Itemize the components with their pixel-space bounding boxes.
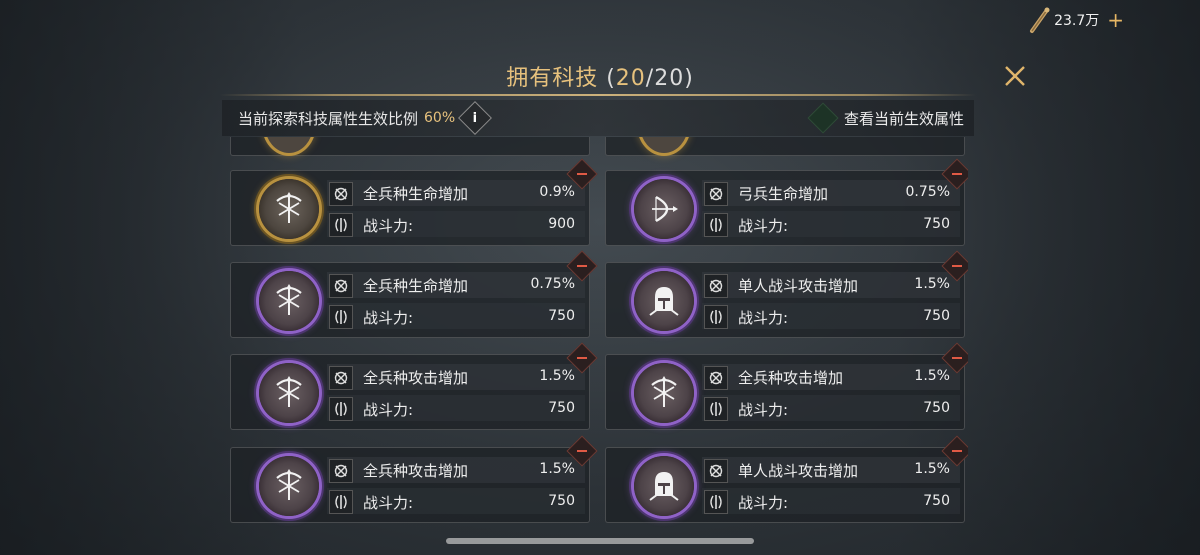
tech-medal[interactable] bbox=[259, 456, 319, 516]
power-value: 750 bbox=[923, 308, 950, 324]
combat-power-icon bbox=[329, 213, 353, 237]
title-open-paren: ( bbox=[606, 66, 616, 91]
attribute-value: 0.9% bbox=[539, 184, 575, 200]
attribute-name: 单人战斗攻击增加 bbox=[738, 277, 859, 295]
title-total-count: 20 bbox=[654, 66, 685, 91]
tech-medal[interactable] bbox=[259, 179, 319, 239]
close-button[interactable] bbox=[1002, 63, 1028, 89]
combat-power-icon bbox=[704, 305, 728, 329]
tech-card[interactable]: 全兵种生命增加 0.75% 战斗力: 750 bbox=[230, 250, 598, 338]
power-label: 战斗力: bbox=[738, 309, 789, 327]
title-close-paren: ) bbox=[684, 66, 694, 91]
tech-medal[interactable] bbox=[259, 363, 319, 423]
effect-ratio-label: 当前探索科技属性生效比例 bbox=[238, 109, 419, 128]
view-effective-attributes-label: 查看当前生效属性 bbox=[843, 109, 964, 128]
tech-medal[interactable] bbox=[634, 363, 694, 423]
power-label: 战斗力: bbox=[738, 494, 789, 512]
diamond-icon bbox=[807, 102, 839, 134]
tech-card[interactable]: 全兵种攻击增加 1.5% 战斗力: 750 bbox=[230, 342, 598, 430]
attribute-value: 0.75% bbox=[530, 276, 575, 292]
tech-card[interactable]: 全兵种攻击增加 1.5% 战斗力: 750 bbox=[230, 435, 598, 523]
attribute-type-icon bbox=[329, 459, 353, 483]
attribute-type-icon bbox=[704, 182, 728, 206]
power-value: 750 bbox=[548, 308, 575, 324]
power-label: 战斗力: bbox=[363, 494, 414, 512]
title-divider bbox=[220, 94, 976, 96]
power-label: 战斗力: bbox=[363, 309, 414, 327]
scroll-icon bbox=[1030, 7, 1050, 33]
power-value: 750 bbox=[923, 216, 950, 232]
attribute-type-icon bbox=[329, 366, 353, 390]
combat-power-icon bbox=[329, 397, 353, 421]
attribute-name: 单人战斗攻击增加 bbox=[738, 462, 859, 480]
partial-tech-card bbox=[230, 137, 590, 156]
add-currency-button[interactable]: + bbox=[1107, 10, 1124, 30]
power-label: 战斗力: bbox=[738, 217, 789, 235]
currency-amount: 23.7万 bbox=[1054, 13, 1100, 29]
tech-card[interactable]: 单人战斗攻击增加 1.5% 战斗力: 750 bbox=[605, 435, 968, 523]
power-label: 战斗力: bbox=[363, 401, 414, 419]
attribute-name: 全兵种攻击增加 bbox=[363, 369, 469, 387]
currency-display[interactable]: 23.7万 + bbox=[1028, 6, 1124, 34]
attribute-name: 全兵种生命增加 bbox=[363, 185, 469, 203]
attribute-value: 0.75% bbox=[905, 184, 950, 200]
tech-card[interactable]: 弓兵生命增加 0.75% 战斗力: 750 bbox=[605, 158, 968, 246]
tech-medal[interactable] bbox=[634, 456, 694, 516]
attribute-type-icon bbox=[329, 182, 353, 206]
power-value: 750 bbox=[548, 400, 575, 416]
power-label: 战斗力: bbox=[363, 217, 414, 235]
tech-medal[interactable] bbox=[259, 271, 319, 331]
tech-medal[interactable] bbox=[634, 271, 694, 331]
attribute-type-icon bbox=[704, 366, 728, 390]
attribute-value: 1.5% bbox=[539, 461, 575, 477]
tech-card[interactable]: 全兵种生命增加 0.9% 战斗力: 900 bbox=[230, 158, 598, 246]
attribute-type-icon bbox=[704, 459, 728, 483]
power-label: 战斗力: bbox=[738, 401, 789, 419]
combat-power-icon bbox=[704, 397, 728, 421]
power-value: 750 bbox=[923, 400, 950, 416]
title-owned-count: 20 bbox=[615, 66, 646, 91]
power-value: 750 bbox=[548, 493, 575, 509]
attribute-value: 1.5% bbox=[914, 368, 950, 384]
title-text: 拥有科技 bbox=[506, 66, 599, 91]
combat-power-icon bbox=[329, 305, 353, 329]
view-effective-attributes-button[interactable]: 查看当前生效属性 bbox=[807, 102, 964, 134]
info-button[interactable]: i bbox=[458, 101, 493, 135]
title-separator: / bbox=[645, 66, 655, 91]
medal-icon bbox=[640, 137, 688, 153]
medal-icon bbox=[265, 137, 313, 153]
power-value: 900 bbox=[548, 216, 575, 232]
tech-medal[interactable] bbox=[634, 179, 694, 239]
combat-power-icon bbox=[704, 213, 728, 237]
attribute-value: 1.5% bbox=[539, 368, 575, 384]
tech-list[interactable]: 全兵种生命增加 0.9% 战斗力: 900 弓兵生命增加 0.75% 战斗力: 750 全兵… bbox=[228, 137, 968, 529]
tech-card[interactable]: 全兵种攻击增加 1.5% 战斗力: 750 bbox=[605, 342, 968, 430]
combat-power-icon bbox=[329, 490, 353, 514]
effect-ratio-percent: 60% bbox=[424, 110, 456, 126]
effect-ratio-bar: 当前探索科技属性生效比例 60% i 查看当前生效属性 bbox=[222, 100, 974, 136]
info-icon: i bbox=[472, 110, 478, 126]
attribute-name: 全兵种攻击增加 bbox=[738, 369, 844, 387]
attribute-value: 1.5% bbox=[914, 276, 950, 292]
tech-card[interactable]: 单人战斗攻击增加 1.5% 战斗力: 750 bbox=[605, 250, 968, 338]
attribute-type-icon bbox=[704, 274, 728, 298]
combat-power-icon bbox=[704, 490, 728, 514]
close-icon bbox=[1005, 66, 1025, 86]
attribute-type-icon bbox=[329, 274, 353, 298]
attribute-value: 1.5% bbox=[914, 461, 950, 477]
attribute-name: 弓兵生命增加 bbox=[738, 185, 829, 203]
partial-tech-card bbox=[605, 137, 965, 156]
attribute-name: 全兵种生命增加 bbox=[363, 277, 469, 295]
scrollbar[interactable] bbox=[446, 538, 754, 544]
attribute-name: 全兵种攻击增加 bbox=[363, 462, 469, 480]
power-value: 750 bbox=[923, 493, 950, 509]
